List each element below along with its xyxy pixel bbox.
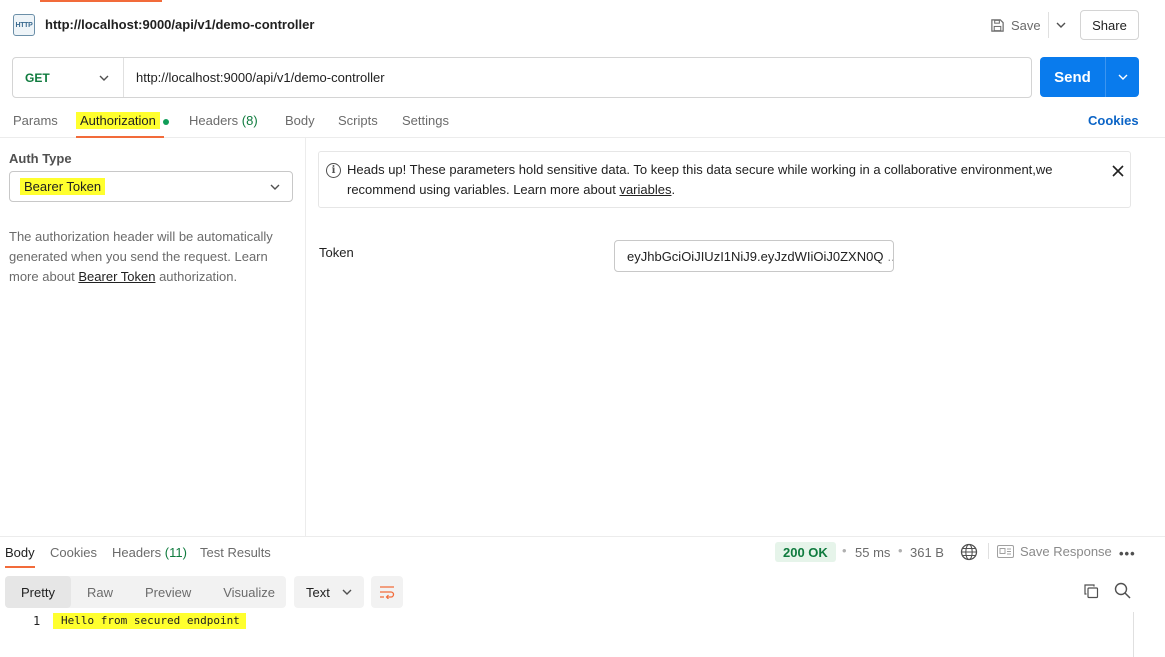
alert-period: . (671, 182, 676, 197)
view-preview[interactable]: Preview (129, 576, 207, 608)
response-divider (0, 536, 1165, 537)
tab-body[interactable]: Body (285, 113, 315, 128)
active-tab-underline (76, 136, 164, 138)
globe-icon[interactable] (960, 543, 978, 561)
response-tab-headers-label: Headers (112, 545, 162, 560)
response-tab-headers[interactable]: Headers (11) (112, 545, 187, 560)
chevron-down-icon (1056, 22, 1065, 28)
search-icon[interactable] (1114, 582, 1131, 599)
wrap-lines-icon (380, 586, 395, 599)
response-tab-cookies[interactable]: Cookies (50, 545, 97, 560)
active-indicator-dot (162, 118, 169, 125)
alert-text: Heads up! These parameters hold sensitiv… (347, 160, 1087, 200)
chevron-down-icon (270, 184, 280, 190)
close-icon[interactable] (1111, 164, 1125, 178)
sensitive-data-alert: i Heads up! These parameters hold sensit… (318, 151, 1131, 208)
save-response-button[interactable]: Save Response (997, 544, 1112, 559)
toolbar-divider (988, 543, 989, 559)
response-tab-body[interactable]: Body (5, 545, 35, 560)
tab-settings[interactable]: Settings (402, 113, 449, 128)
response-size[interactable]: 361 B (910, 545, 944, 560)
variables-link[interactable]: variables (619, 182, 671, 197)
save-button[interactable]: Save (990, 14, 1041, 36)
separator-dot: • (898, 543, 903, 558)
tab-headers-count: (8) (241, 113, 258, 128)
chevron-down-icon (99, 75, 109, 81)
tab-authorization[interactable]: Authorization (76, 112, 169, 129)
auth-description: The authorization header will be automat… (9, 227, 289, 287)
url-input[interactable]: http://localhost:9000/api/v1/demo-contro… (124, 70, 385, 85)
save-response-label: Save Response (1020, 544, 1112, 559)
format-value: Text (306, 584, 330, 600)
request-tabs: Params Authorization Headers (8) Body Sc… (0, 110, 1165, 138)
tab-headers-label: Headers (189, 113, 239, 128)
method-select[interactable]: GET (13, 58, 124, 97)
save-options-button[interactable] (1048, 12, 1072, 38)
alert-message: Heads up! These parameters hold sensitiv… (347, 162, 1053, 197)
token-ellipsis: ... (887, 248, 893, 264)
tab-params[interactable]: Params (13, 113, 58, 128)
view-raw[interactable]: Raw (71, 576, 129, 608)
save-response-icon (997, 545, 1014, 558)
save-icon (991, 18, 1004, 32)
share-button[interactable]: Share (1080, 10, 1139, 40)
auth-description-end: authorization. (155, 269, 238, 284)
line-number: 1 (33, 614, 41, 628)
method-label: GET (25, 70, 50, 85)
request-title[interactable]: http://localhost:9000/api/v1/demo-contro… (45, 17, 314, 32)
tab-headers[interactable]: Headers (8) (189, 113, 258, 128)
token-input[interactable]: eyJhbGciOiJIUzI1NiJ9.eyJzdWIiOiJ0ZXN0Q..… (614, 240, 894, 272)
token-value: eyJhbGciOiJIUzI1NiJ9.eyJzdWIiOiJ0ZXN0Q (627, 248, 884, 264)
chevron-down-icon (1118, 74, 1127, 80)
status-badge[interactable]: 200 OK (775, 542, 836, 562)
active-tab-accent (40, 0, 162, 2)
auth-type-value: Bearer Token (20, 178, 106, 195)
format-select[interactable]: Text (294, 576, 364, 608)
more-options-icon[interactable]: ••• (1119, 546, 1136, 561)
bearer-token-link[interactable]: Bearer Token (78, 269, 155, 284)
url-bar: GET http://localhost:9000/api/v1/demo-co… (12, 57, 1032, 98)
wrap-lines-button[interactable] (371, 576, 403, 608)
response-body-text[interactable]: Hello from secured endpoint (53, 613, 246, 629)
tab-authorization-label: Authorization (76, 112, 160, 129)
chevron-down-icon (342, 589, 352, 595)
panel-divider (305, 138, 306, 536)
info-icon: i (326, 163, 341, 178)
save-label: Save (1011, 17, 1041, 33)
send-button[interactable]: Send (1040, 57, 1139, 97)
view-visualize[interactable]: Visualize (207, 576, 291, 608)
separator-dot: • (842, 543, 847, 558)
response-tab-headers-count: (11) (164, 545, 187, 560)
send-options-button[interactable] (1105, 57, 1139, 97)
response-active-tab-underline (5, 566, 35, 568)
auth-type-label: Auth Type (9, 151, 72, 166)
http-icon: HTTP (13, 14, 35, 36)
token-label: Token (319, 245, 354, 260)
scrollbar[interactable] (1133, 612, 1134, 657)
tab-scripts[interactable]: Scripts (338, 113, 378, 128)
cookies-link[interactable]: Cookies (1088, 113, 1139, 128)
send-label: Send (1054, 68, 1091, 86)
auth-type-select[interactable]: Bearer Token (9, 171, 293, 202)
response-view-switcher: Pretty Raw Preview Visualize (5, 576, 286, 608)
response-tab-test-results[interactable]: Test Results (200, 545, 271, 560)
response-time[interactable]: 55 ms (855, 545, 890, 560)
copy-icon[interactable] (1083, 583, 1099, 599)
view-pretty[interactable]: Pretty (5, 576, 71, 608)
